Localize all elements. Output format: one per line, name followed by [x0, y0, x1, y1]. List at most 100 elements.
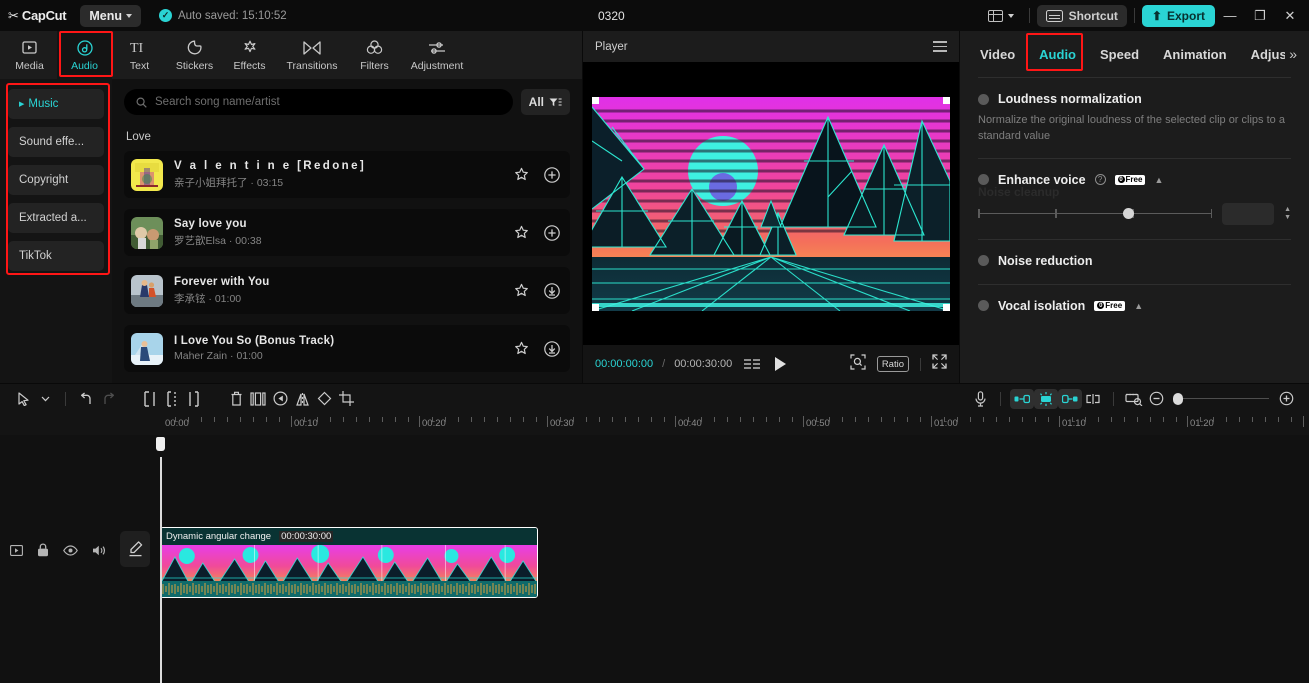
tab-media[interactable]: Media [2, 31, 57, 79]
song-row-say-love-you[interactable]: Say love you 罗艺歆Elsa · 00:38 [124, 209, 570, 256]
speaker-icon[interactable] [92, 544, 106, 557]
tab-effects[interactable]: Effects [222, 31, 277, 79]
reverse-icon[interactable] [269, 388, 291, 410]
menu-button[interactable]: Menu [80, 4, 141, 27]
zoom-slider-knob[interactable] [1173, 392, 1183, 405]
delete-icon[interactable] [225, 388, 247, 410]
handle-top-left[interactable] [592, 96, 599, 104]
chevron-down-icon[interactable] [34, 388, 56, 410]
collapse-icon[interactable]: ▲ [1154, 175, 1163, 185]
handle-bottom-right[interactable] [943, 303, 950, 311]
vocal-isolation-row[interactable]: Vocal isolation 0 Free ▲ [978, 285, 1291, 313]
enhance-voice-row[interactable]: Enhance voice ? 0 Free ▲ [978, 159, 1291, 187]
noise-cleanup-slider[interactable] [978, 207, 1213, 221]
timeline-ruler[interactable]: 00:00 00:10 00:20 00:30 00:40 00:50 01:0… [0, 413, 1309, 435]
lock-icon[interactable] [37, 543, 49, 557]
enhance-voice-toggle[interactable] [978, 174, 989, 186]
close-button[interactable]: ✕ [1275, 0, 1305, 31]
slider-knob[interactable] [1123, 207, 1135, 219]
mirror-icon[interactable] [291, 388, 313, 410]
eye-icon[interactable] [63, 544, 78, 556]
tab-filters[interactable]: Filters [347, 31, 402, 79]
magnifier-icon[interactable] [850, 353, 866, 375]
zoom-out-icon[interactable] [1145, 388, 1167, 410]
filter-button[interactable]: All [520, 89, 570, 115]
favorite-star-icon[interactable] [513, 224, 530, 241]
noise-reduction-toggle[interactable] [978, 255, 989, 267]
tab-audio[interactable]: Audio [57, 31, 112, 79]
rotate-icon[interactable] [313, 388, 335, 410]
favorite-star-icon[interactable] [513, 340, 530, 357]
more-tabs-icon[interactable]: » [1289, 46, 1301, 62]
fullscreen-icon[interactable] [932, 354, 947, 374]
play-icon[interactable] [775, 357, 787, 371]
split-icon[interactable] [161, 388, 183, 410]
link-icon[interactable] [1082, 388, 1104, 410]
collapse-icon[interactable]: ▲ [1134, 301, 1143, 311]
add-to-timeline-icon[interactable] [543, 166, 560, 183]
download-icon[interactable] [543, 282, 560, 299]
handle-top-right[interactable] [943, 96, 950, 104]
adsorb-icon[interactable] [1123, 388, 1145, 410]
redo-icon[interactable] [97, 388, 119, 410]
minimize-button[interactable]: — [1215, 0, 1245, 31]
split-left-icon[interactable] [139, 388, 161, 410]
layout-button[interactable] [980, 9, 1022, 22]
stepper-icon[interactable]: ▲ ▼ [1284, 206, 1291, 221]
ratio-button[interactable]: Ratio [876, 356, 909, 372]
keyframe-prev-icon[interactable] [1010, 388, 1034, 409]
maximize-button[interactable]: ❐ [1245, 0, 1275, 31]
tab-stickers[interactable]: Stickers [167, 31, 222, 79]
zoom-in-icon[interactable] [1275, 388, 1297, 410]
filters-icon [366, 39, 383, 57]
hamburger-icon[interactable] [933, 41, 947, 52]
add-to-timeline-icon[interactable] [543, 224, 560, 241]
handle-bottom-left[interactable] [592, 303, 599, 311]
song-row-i-love-you-so[interactable]: I Love You So (Bonus Track) Maher Zain ·… [124, 325, 570, 372]
tab-audio-properties[interactable]: Audio [1027, 31, 1088, 77]
transitions-icon [303, 39, 321, 57]
question-icon[interactable]: ? [1094, 174, 1106, 186]
song-row-valentine[interactable]: V a l e n t i n e [Redone] 亲子小姐拜托了 · 03:… [124, 151, 570, 198]
timeline-zoom-slider[interactable] [1173, 392, 1269, 405]
song-row-forever-with-you[interactable]: Forever with You 李承铉 · 01:00 [124, 267, 570, 314]
split-right-icon[interactable] [183, 388, 205, 410]
freeze-frame-icon[interactable] [247, 388, 269, 410]
category-tiktok[interactable]: TikTok [8, 241, 104, 271]
tab-adjust[interactable]: Adjus [1239, 31, 1285, 77]
ruler-label: 00:30 [550, 418, 574, 429]
category-sound-effects[interactable]: Sound effe... [8, 127, 104, 157]
vocal-isolation-label: Vocal isolation [998, 298, 1086, 313]
category-copyright[interactable]: Copyright [8, 165, 104, 195]
favorite-star-icon[interactable] [513, 282, 530, 299]
export-button[interactable]: ⬆ Export [1141, 4, 1215, 27]
keyframe-add-icon[interactable] [1034, 388, 1058, 409]
keyframe-next-icon[interactable] [1058, 388, 1082, 409]
noise-cleanup-value-input[interactable] [1222, 202, 1275, 225]
download-icon[interactable] [543, 340, 560, 357]
noise-reduction-row[interactable]: Noise reduction [978, 240, 1291, 268]
tab-text[interactable]: TI Text [112, 31, 167, 79]
tab-video[interactable]: Video [968, 31, 1027, 77]
category-music[interactable]: ▶ Music [8, 89, 104, 119]
undo-icon[interactable] [75, 388, 97, 410]
edit-clip-button[interactable] [120, 531, 150, 567]
track-expand-icon[interactable] [10, 544, 23, 556]
search-input[interactable]: Search song name/artist [124, 89, 513, 115]
tab-speed[interactable]: Speed [1088, 31, 1151, 77]
tab-animation[interactable]: Animation [1151, 31, 1239, 77]
tab-transitions[interactable]: Transitions [277, 31, 347, 79]
playhead-handle[interactable] [156, 437, 165, 451]
tab-adjustment[interactable]: Adjustment [402, 31, 472, 79]
timeline-clip[interactable]: Dynamic angular change 00:00:30:00 [160, 527, 538, 598]
category-extracted-audio[interactable]: Extracted a... [8, 203, 104, 233]
grid-view-icon[interactable] [744, 359, 761, 369]
crop-icon[interactable] [335, 388, 357, 410]
microphone-icon[interactable] [969, 388, 991, 410]
loudness-toggle[interactable] [978, 93, 989, 105]
favorite-star-icon[interactable] [513, 166, 530, 183]
vocal-isolation-toggle[interactable] [978, 300, 989, 312]
loudness-normalization-row[interactable]: Loudness normalization [978, 78, 1291, 106]
shortcut-button[interactable]: Shortcut [1036, 4, 1127, 27]
cursor-select-icon[interactable] [12, 388, 34, 410]
